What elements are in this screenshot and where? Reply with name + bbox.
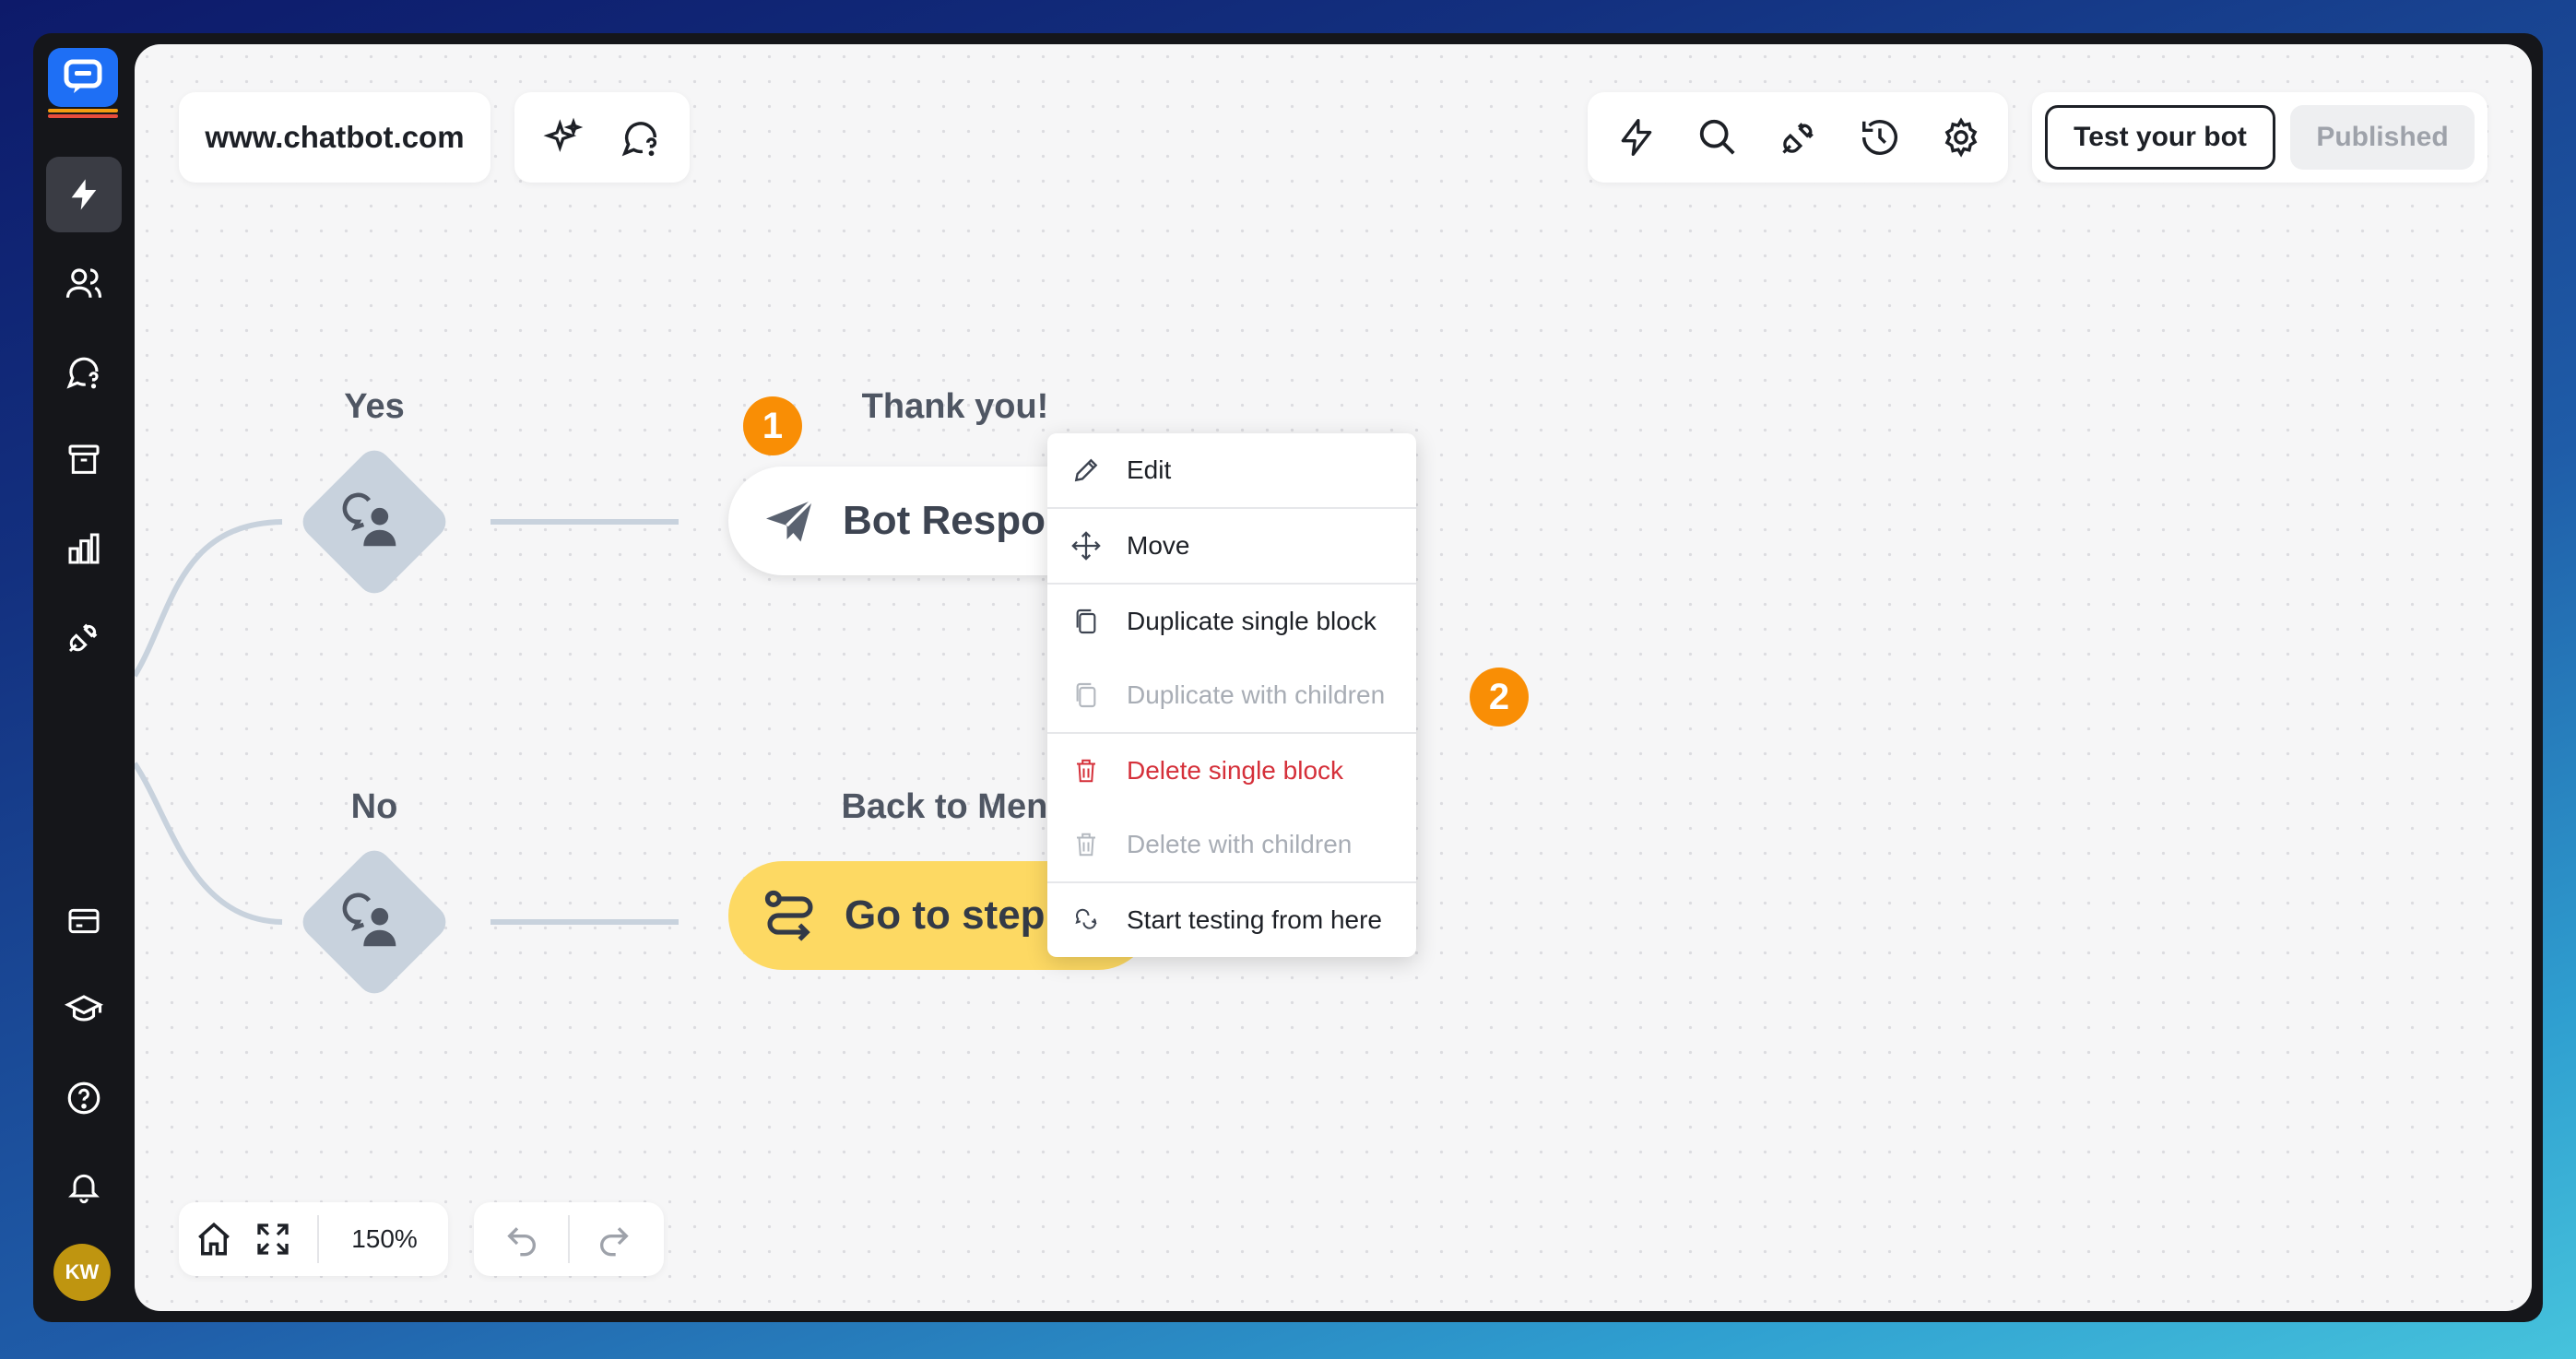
plug-icon <box>68 623 98 653</box>
billing-card-icon <box>68 908 100 934</box>
sidebar: KW <box>33 33 133 1322</box>
app-window: KW Yes No 1 Thank you! Bot Respons e <box>33 33 2543 1322</box>
go-to-step-icon <box>764 890 813 941</box>
menu-item-start-testing[interactable]: Start testing from here <box>1047 883 1416 957</box>
expand-icon <box>257 1223 289 1255</box>
chat-question-icon <box>621 122 657 157</box>
history-button[interactable] <box>1857 114 1903 160</box>
lightning-outline-icon <box>1621 119 1652 156</box>
graduation-cap-icon <box>65 995 103 1022</box>
menu-item-label: Delete with children <box>1127 830 1353 858</box>
sidebar-item-notifications[interactable] <box>46 1149 122 1224</box>
undo-button[interactable] <box>500 1217 544 1261</box>
sparkle-icon <box>543 117 584 153</box>
sidebar-item-integrations[interactable] <box>46 599 122 675</box>
branch-label-no: No <box>350 787 398 826</box>
published-button[interactable]: Published <box>2290 105 2475 170</box>
redo-button[interactable] <box>592 1217 636 1261</box>
home-icon <box>198 1222 230 1256</box>
sidebar-item-archive[interactable] <box>46 422 122 498</box>
copy-icon <box>1068 677 1105 714</box>
menu-item-delete-children: Delete with children <box>1047 808 1416 881</box>
zoom-level[interactable]: 150% <box>334 1202 435 1276</box>
history-icon <box>1862 120 1897 155</box>
site-name[interactable]: www.chatbot.com <box>179 92 490 183</box>
bell-icon <box>68 1174 100 1204</box>
user-reply-icon <box>333 880 416 963</box>
plug-icon <box>1782 123 1814 154</box>
go-to-step-label: Go to step <box>845 892 1046 938</box>
menu-item-duplicate-single[interactable]: Duplicate single block <box>1047 585 1416 658</box>
ai-sparkle-button[interactable] <box>540 114 586 160</box>
menu-item-edit[interactable]: Edit <box>1047 433 1416 507</box>
pencil-icon <box>1068 452 1105 489</box>
user-reply-icon <box>333 480 416 563</box>
sidebar-item-academy[interactable] <box>46 972 122 1047</box>
integrations-button[interactable] <box>1776 114 1822 160</box>
menu-item-label: Start testing from here <box>1127 905 1383 934</box>
menu-item-label: Delete single block <box>1127 756 1344 785</box>
sidebar-item-help[interactable] <box>46 1060 122 1136</box>
chat-test-icon <box>1068 902 1105 939</box>
test-bot-button[interactable]: Test your bot <box>2045 105 2275 170</box>
send-icon <box>766 499 814 542</box>
menu-item-label: Edit <box>1127 455 1172 484</box>
archive-icon <box>68 444 100 474</box>
triggers-button[interactable] <box>1613 114 1660 160</box>
step-badge-2: 2 <box>1470 668 1529 727</box>
sidebar-item-conversations[interactable] <box>46 334 122 409</box>
menu-item-delete-single[interactable]: Delete single block <box>1047 734 1416 808</box>
ai-tools-bar <box>514 92 690 183</box>
undo-icon <box>507 1227 536 1257</box>
search-icon <box>1699 119 1735 155</box>
home-view-button[interactable] <box>192 1217 236 1261</box>
users-icon <box>65 268 102 298</box>
bar-chart-icon <box>68 533 100 564</box>
menu-item-label: Move <box>1127 531 1190 560</box>
lightning-icon <box>71 179 97 210</box>
sidebar-item-billing[interactable] <box>46 883 122 959</box>
sidebar-item-reports[interactable] <box>46 511 122 586</box>
copy-icon <box>1068 603 1105 640</box>
view-controls: 150% <box>179 1202 448 1276</box>
step-title-thank-you: Thank you! <box>861 387 1049 426</box>
publish-bar: Test your bot Published <box>2032 92 2487 183</box>
menu-item-label: Duplicate with children <box>1127 680 1386 709</box>
menu-item-label: Duplicate single block <box>1127 607 1377 635</box>
chat-help-button[interactable] <box>618 114 664 160</box>
menu-item-duplicate-children: Duplicate with children <box>1047 658 1416 732</box>
search-button[interactable] <box>1695 114 1741 160</box>
step-badge-1: 1 <box>743 396 802 455</box>
chatbot-logo[interactable] <box>48 48 118 118</box>
avatar[interactable]: KW <box>53 1244 111 1301</box>
gear-icon <box>1944 117 1978 158</box>
flow-canvas[interactable]: Yes No 1 Thank you! Bot Respons e Back t… <box>135 44 2532 1311</box>
chat-question-icon <box>66 357 99 389</box>
help-circle-icon <box>67 1081 100 1115</box>
editor-tools-bar <box>1588 92 2008 183</box>
move-icon <box>1068 527 1105 564</box>
settings-button[interactable] <box>1938 114 1984 160</box>
trash-icon <box>1068 752 1105 789</box>
block-context-menu: Edit Move Duplicate single block Duplica… <box>1047 433 1416 957</box>
branch-label-yes: Yes <box>344 387 405 426</box>
menu-item-move[interactable]: Move <box>1047 509 1416 583</box>
history-controls <box>474 1202 664 1276</box>
sidebar-item-automation[interactable] <box>46 157 122 232</box>
fit-view-button[interactable] <box>251 1217 295 1261</box>
trash-icon <box>1068 826 1105 863</box>
redo-icon <box>600 1227 629 1257</box>
sidebar-item-users[interactable] <box>46 245 122 321</box>
